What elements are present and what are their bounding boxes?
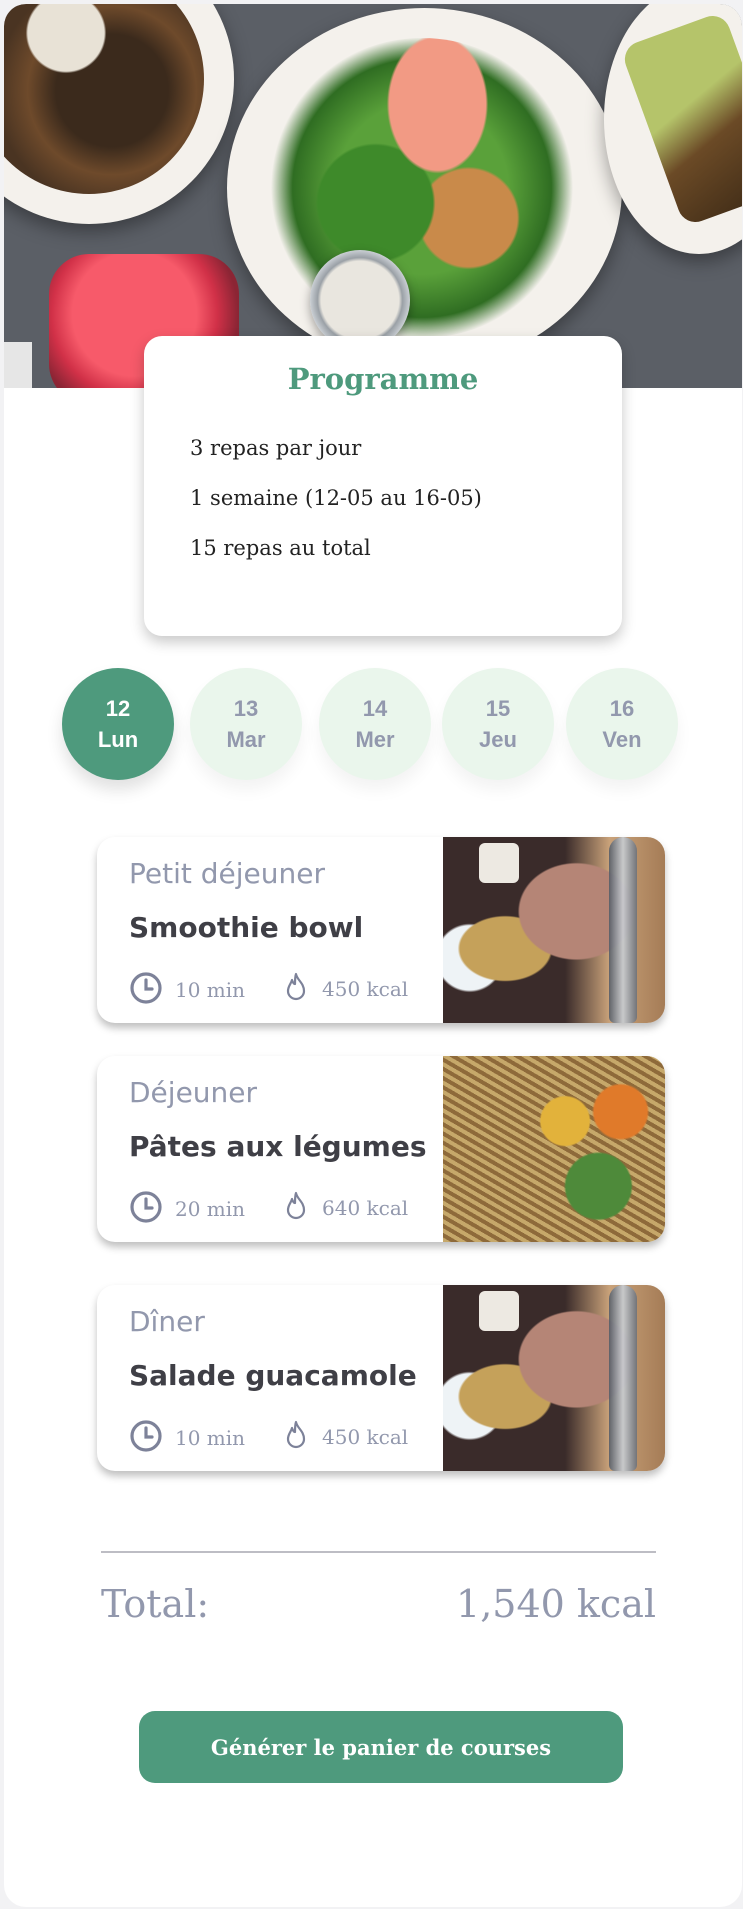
flame-icon: [282, 971, 310, 1007]
day-number: 13: [233, 696, 259, 721]
programme-total-meals: 15 repas au total: [190, 536, 371, 560]
programme-meals-per-day: 3 repas par jour: [190, 436, 362, 460]
total-value: 1,540 kcal: [456, 1582, 656, 1626]
day-label: Jeu: [479, 727, 517, 752]
flame-icon: [282, 1419, 310, 1455]
meal-calories: 640 kcal: [282, 1190, 408, 1226]
meal-time: 10 min: [129, 971, 245, 1009]
meal-type: Dîner: [129, 1305, 205, 1338]
day-15-jeu[interactable]: 15 Jeu: [442, 668, 554, 780]
meal-time-value: 10 min: [175, 1426, 246, 1450]
meal-type: Petit déjeuner: [129, 857, 325, 890]
meal-card-lunch[interactable]: Déjeuner Pâtes aux légumes 20 min 640 kc…: [97, 1056, 665, 1242]
pasta-vegetables-photo: [443, 1056, 665, 1242]
meal-time-value: 10 min: [175, 978, 246, 1002]
meal-card-breakfast[interactable]: Petit déjeuner Smoothie bowl 10 min 450 …: [97, 837, 665, 1023]
meal-time: 10 min: [129, 1419, 245, 1457]
meal-type: Déjeuner: [129, 1076, 258, 1109]
clock-icon: [129, 1190, 163, 1228]
meal-name: Salade guacamole: [129, 1359, 417, 1392]
smoothie-bowl-photo: [443, 837, 665, 1023]
day-number: 16: [609, 696, 635, 721]
day-14-mer[interactable]: 14 Mer: [319, 668, 431, 780]
day-number: 15: [485, 696, 511, 721]
day-label: Ven: [602, 727, 642, 752]
day-13-mar[interactable]: 13 Mar: [190, 668, 302, 780]
meal-calories-value: 450 kcal: [322, 1425, 409, 1449]
flame-icon: [282, 1190, 310, 1226]
day-label: Mer: [355, 727, 395, 752]
meal-card-dinner[interactable]: Dîner Salade guacamole 10 min 450 kcal: [97, 1285, 665, 1471]
clock-icon: [129, 1419, 163, 1457]
meal-time: 20 min: [129, 1190, 245, 1228]
day-label: Lun: [97, 727, 139, 752]
meal-name: Smoothie bowl: [129, 911, 364, 944]
divider: [101, 1551, 656, 1553]
hero-food-image: [4, 4, 742, 388]
day-number: 14: [362, 696, 388, 721]
programme-duration: 1 semaine (12-05 au 16-05): [190, 486, 482, 510]
smoothie-bowl-photo: [443, 1285, 665, 1471]
day-number: 12: [105, 696, 131, 721]
programme-title: Programme: [287, 362, 479, 396]
day-16-ven[interactable]: 16 Ven: [566, 668, 678, 780]
meal-time-value: 20 min: [175, 1197, 246, 1221]
day-selector: 12 Lun 13 Mar 14 Mer 15 Jeu 16 Ven: [4, 668, 742, 788]
clock-icon: [129, 971, 163, 1009]
day-label: Mar: [226, 727, 266, 752]
meal-calories: 450 kcal: [282, 971, 408, 1007]
meal-calories: 450 kcal: [282, 1419, 408, 1455]
day-12-lun[interactable]: 12 Lun: [62, 668, 174, 780]
app-screen: Programme 3 repas par jour 1 semaine (12…: [4, 4, 742, 1907]
meal-name: Pâtes aux légumes: [129, 1130, 427, 1163]
meal-calories-value: 640 kcal: [322, 1196, 409, 1220]
generate-shopping-cart-button[interactable]: Générer le panier de courses: [139, 1711, 623, 1783]
total-label: Total:: [101, 1582, 210, 1626]
meal-calories-value: 450 kcal: [322, 977, 409, 1001]
programme-card: Programme 3 repas par jour 1 semaine (12…: [144, 336, 622, 636]
